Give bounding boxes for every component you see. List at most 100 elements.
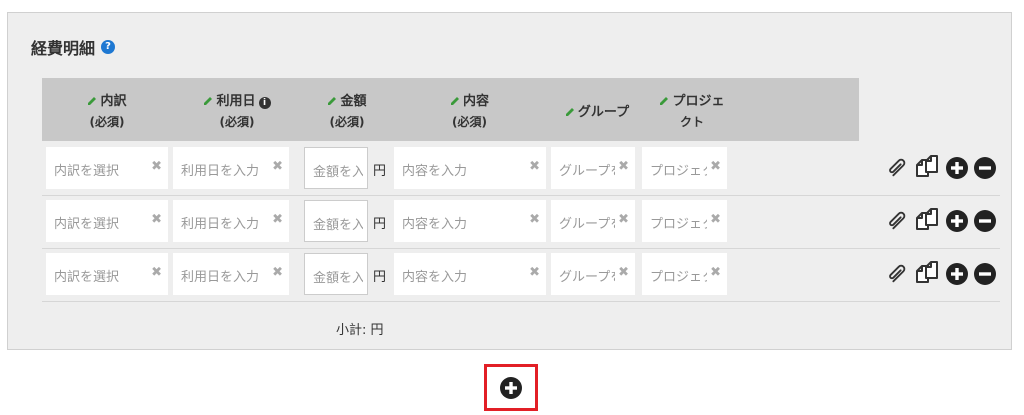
plus-circle-icon[interactable] — [946, 210, 968, 232]
project-select[interactable]: プロジェクトを選択✖ — [642, 200, 727, 242]
amount-input[interactable]: 金額を入力 — [304, 147, 368, 189]
plus-circle-icon[interactable] — [946, 157, 968, 179]
clear-icon[interactable]: ✖ — [151, 265, 162, 280]
subtotal-label: 小計: 円 — [336, 323, 384, 338]
pencil-icon — [204, 97, 213, 105]
column-header-breakdown: 内訳 (必須) — [42, 78, 172, 141]
minus-circle-icon[interactable] — [974, 263, 996, 285]
group-select[interactable]: グループを選択✖ — [551, 147, 635, 189]
row-actions — [880, 208, 996, 234]
content-input[interactable]: 内容を入力 ✖ — [394, 147, 546, 189]
paperclip-icon[interactable] — [886, 263, 908, 285]
pencil-icon — [450, 97, 459, 105]
currency-label: 円 — [373, 164, 387, 179]
amount-input[interactable]: 金額を入力 — [304, 253, 368, 295]
info-icon[interactable]: i — [258, 97, 271, 109]
clear-icon[interactable]: ✖ — [529, 265, 540, 280]
content-placeholder: 内容を入力 — [402, 217, 468, 232]
clear-icon[interactable]: ✖ — [272, 212, 283, 227]
row-actions — [880, 261, 996, 287]
column-required: (必須) — [329, 115, 365, 129]
section-title: 経費明細 ? — [31, 35, 116, 59]
column-required: (必須) — [219, 115, 255, 129]
project-select[interactable]: プロジェクトを選択✖ — [642, 147, 727, 189]
clear-icon[interactable]: ✖ — [710, 212, 721, 227]
minus-circle-icon[interactable] — [974, 157, 996, 179]
table-row: 内訳を選択 ✖ 利用日を入力 ✖ 金額を入力 円 内容を入力 ✖ グループを選択✖ プ… — [42, 143, 1000, 196]
column-label-cont: クト — [679, 115, 704, 129]
paperclip-icon[interactable] — [886, 157, 908, 179]
breakdown-select[interactable]: 内訳を選択 ✖ — [46, 200, 168, 242]
amount-placeholder: 金額を入力 — [313, 271, 363, 286]
column-header-project: プロジェ クト — [647, 78, 737, 141]
clear-icon[interactable]: ✖ — [529, 212, 540, 227]
column-required: (必須) — [89, 115, 125, 129]
clear-icon[interactable]: ✖ — [151, 159, 162, 174]
project-placeholder: プロジェクトを選択 — [650, 270, 707, 285]
plus-circle-icon[interactable] — [946, 263, 968, 285]
date-placeholder: 利用日を入力 — [181, 164, 260, 179]
content-input[interactable]: 内容を入力 ✖ — [394, 253, 546, 295]
group-select[interactable]: グループを選択✖ — [551, 253, 635, 295]
breakdown-select[interactable]: 内訳を選択 ✖ — [46, 253, 168, 295]
date-input[interactable]: 利用日を入力 ✖ — [173, 147, 289, 189]
clear-icon[interactable]: ✖ — [618, 212, 629, 227]
table-row: 内訳を選択✖ 利用日を入力✖ 金額を入力 円 内容を入力✖ グループを選択✖ プ… — [42, 249, 1000, 302]
content-placeholder: 内容を入力 — [402, 164, 468, 179]
currency-label: 円 — [373, 270, 387, 285]
clear-icon[interactable]: ✖ — [272, 265, 283, 280]
date-input[interactable]: 利用日を入力 ✖ — [173, 253, 289, 295]
column-label: 内容 — [462, 94, 489, 109]
group-placeholder: グループを選択 — [559, 270, 615, 285]
column-header-content: 内容 (必須) — [392, 78, 547, 141]
column-label: グループ — [577, 105, 630, 120]
breakdown-select[interactable]: 内訳を選択 ✖ — [46, 147, 168, 189]
date-placeholder: 利用日を入力 — [181, 217, 260, 232]
row-actions — [880, 155, 996, 181]
paperclip-icon[interactable] — [886, 210, 908, 232]
clear-icon[interactable]: ✖ — [272, 159, 283, 174]
question-circle-icon[interactable]: ? — [101, 40, 116, 54]
pencil-icon — [660, 97, 669, 105]
breakdown-placeholder: 内訳を選択 — [54, 217, 120, 232]
column-header-group: グループ — [552, 78, 642, 141]
clear-icon[interactable]: ✖ — [529, 159, 540, 174]
group-select[interactable]: グループを選択✖ — [551, 200, 635, 242]
content-placeholder: 内容を入力 — [402, 270, 468, 285]
column-header-date: 利用日 i (必須) — [172, 78, 302, 141]
amount-placeholder: 金額を入力 — [313, 165, 363, 180]
pencil-icon — [88, 97, 97, 105]
project-select[interactable]: プロジェクトを選択✖ — [642, 253, 727, 295]
copy-icon[interactable] — [914, 261, 940, 287]
clear-icon[interactable]: ✖ — [618, 159, 629, 174]
breakdown-placeholder: 内訳を選択 — [54, 164, 120, 179]
column-label: プロジェ — [672, 94, 725, 109]
currency-label: 円 — [373, 217, 387, 232]
add-row-highlight — [484, 364, 538, 411]
clear-icon[interactable]: ✖ — [710, 159, 721, 174]
expense-detail-panel: 経費明細 ? 内訳 (必須) 利用日 i (必須) 金額 (必須) 内容 (必須)… — [7, 12, 1012, 350]
clear-icon[interactable]: ✖ — [710, 265, 721, 280]
copy-icon[interactable] — [914, 208, 940, 234]
plus-circle-icon[interactable] — [500, 376, 522, 399]
column-label: 金額 — [340, 94, 367, 109]
column-required: (必須) — [452, 115, 487, 129]
copy-icon[interactable] — [914, 155, 940, 181]
pencil-icon — [328, 97, 337, 105]
pencil-icon — [565, 108, 574, 116]
amount-input[interactable]: 金額を入力 — [304, 200, 368, 242]
column-header-amount: 金額 (必須) — [302, 78, 392, 141]
content-input[interactable]: 内容を入力 ✖ — [394, 200, 546, 242]
minus-circle-icon[interactable] — [974, 210, 996, 232]
date-input[interactable]: 利用日を入力 ✖ — [173, 200, 289, 242]
clear-icon[interactable]: ✖ — [618, 265, 629, 280]
column-label: 利用日 — [216, 94, 256, 109]
date-placeholder: 利用日を入力 — [181, 270, 260, 285]
clear-icon[interactable]: ✖ — [151, 212, 162, 227]
breakdown-placeholder: 内訳を選択 — [54, 270, 120, 285]
group-placeholder: グループを選択 — [559, 217, 615, 232]
section-title-text: 経費明細 — [31, 39, 96, 58]
project-placeholder: プロジェクトを選択 — [650, 164, 707, 179]
table-row: 内訳を選択✖ 利用日を入力✖ 金額を入力 円 内容を入力✖ グループを選択✖ プ… — [42, 196, 1000, 249]
amount-placeholder: 金額を入力 — [313, 218, 363, 233]
